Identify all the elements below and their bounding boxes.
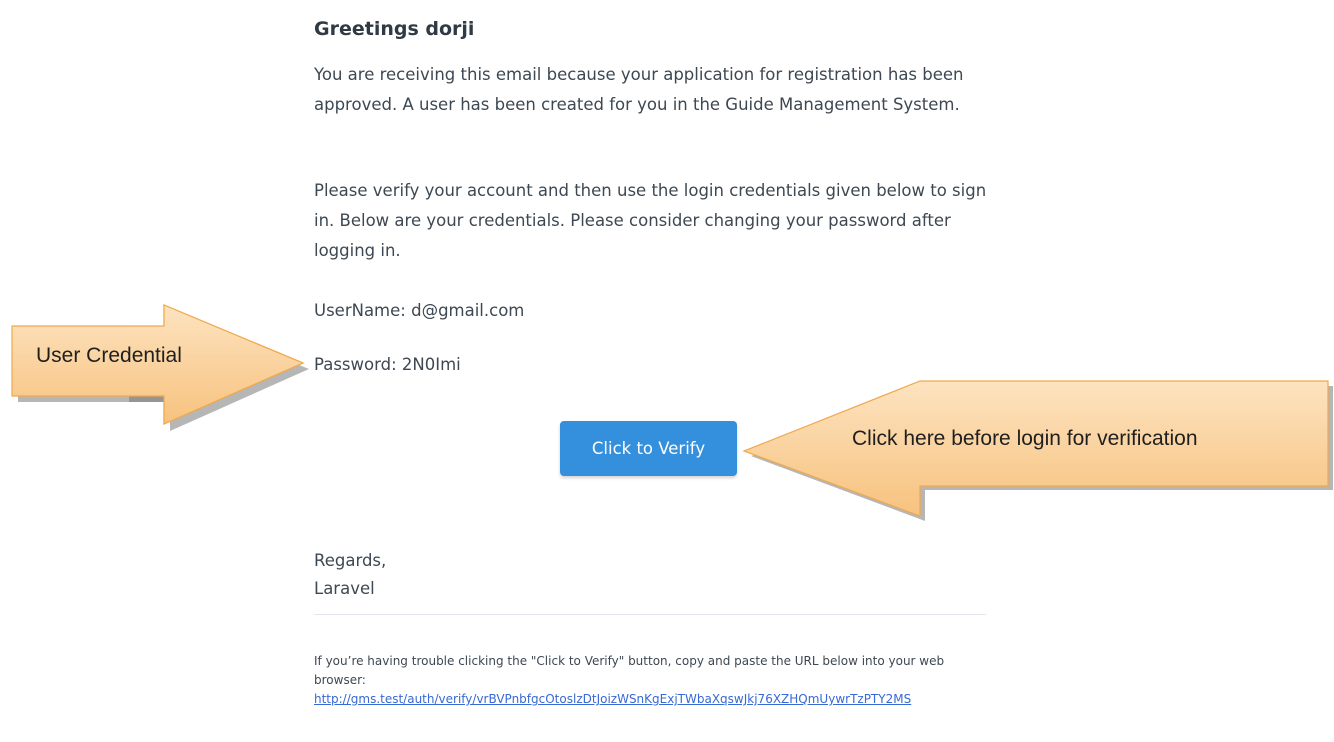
left-callout-label: User Credential [36, 344, 182, 367]
approval-paragraph: You are receiving this email because you… [314, 65, 964, 114]
subcopy-text: If you’re having trouble clicking the "C… [314, 654, 945, 687]
email-subcopy: If you’re having trouble clicking the "C… [314, 652, 986, 709]
verify-url-link[interactable]: http://gms.test/auth/verify/vrBVPnbfgcOt… [314, 692, 911, 706]
username-line: UserName: d@gmail.com [314, 301, 525, 320]
sender-name: Laravel [314, 579, 375, 598]
click-to-verify-button[interactable]: Click to Verify [560, 421, 737, 476]
password-line: Password: 2N0Imi [314, 355, 461, 374]
email-signoff: Regards, Laravel [314, 547, 386, 603]
regards-text: Regards, [314, 551, 387, 570]
instructions-paragraph: Please verify your account and then use … [314, 181, 987, 260]
email-greeting: Greetings dorji [314, 18, 475, 40]
right-callout-label: Click here before login for verification [852, 427, 1198, 450]
subcopy-divider [314, 614, 986, 615]
